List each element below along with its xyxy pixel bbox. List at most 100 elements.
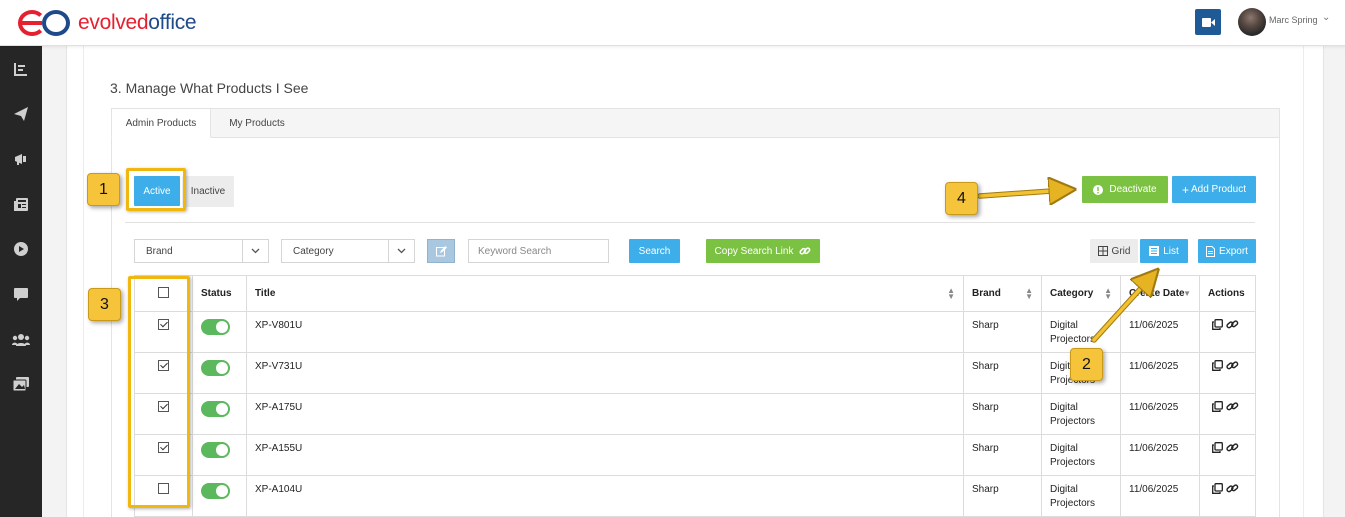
send-icon[interactable]: [0, 99, 42, 129]
brand-select[interactable]: Brand: [134, 239, 269, 263]
copy-icon[interactable]: [1212, 360, 1223, 371]
divider: [125, 222, 1255, 223]
copy-icon[interactable]: [1212, 401, 1223, 412]
date-cell: 11/06/2025: [1120, 434, 1200, 476]
products-table: Status Title ▲ ▼ Brand ▲ ▼ Category ▲ ▼ Create…: [134, 275, 1256, 517]
link-icon[interactable]: [1226, 401, 1239, 412]
info-icon: [1093, 184, 1104, 195]
date-cell: 11/06/2025: [1120, 311, 1200, 353]
title-cell[interactable]: XP-A155U: [246, 434, 964, 476]
title-cell[interactable]: XP-A104U: [246, 475, 964, 517]
status-toggle[interactable]: [201, 319, 230, 335]
list-view-button[interactable]: List: [1140, 239, 1188, 263]
status-toggle[interactable]: [201, 442, 230, 458]
add-product-button[interactable]: + Add Product: [1172, 176, 1256, 203]
status-toggle[interactable]: [201, 483, 230, 499]
list-label: List: [1163, 245, 1179, 257]
tab-my-products[interactable]: My Products: [211, 108, 303, 138]
copy-search-link-button[interactable]: Copy Search Link: [706, 239, 820, 263]
gallery-icon[interactable]: [0, 369, 42, 399]
logo-mark: [18, 8, 72, 38]
tab-admin-products[interactable]: Admin Products: [111, 108, 211, 138]
copy-icon[interactable]: [1212, 483, 1223, 494]
search-button[interactable]: Search: [629, 239, 680, 263]
edit-icon: [435, 245, 447, 256]
add-product-label: Add Product: [1190, 184, 1247, 195]
callout-3: 3: [88, 288, 121, 321]
column-date-label: Create Date: [1129, 288, 1185, 299]
list-icon: [1149, 246, 1160, 256]
actions-cell: [1199, 475, 1256, 517]
title-cell[interactable]: XP-V731U: [246, 352, 964, 394]
chevron-down-icon: [388, 240, 414, 262]
column-header-category[interactable]: Category ▲ ▼: [1041, 275, 1121, 312]
sort-icon[interactable]: ▲ ▼: [1104, 287, 1112, 301]
play-icon[interactable]: [0, 234, 42, 264]
users-icon[interactable]: [0, 324, 42, 354]
table-row: XP-A155U Sharp Digital Projectors 11/06/…: [134, 434, 1256, 476]
grid-view-button[interactable]: Grid: [1090, 239, 1138, 263]
link-icon[interactable]: [1226, 483, 1239, 494]
copy-icon[interactable]: [1212, 319, 1223, 330]
video-call-button[interactable]: [1195, 9, 1221, 35]
chevron-down-icon[interactable]: ⌄: [1322, 12, 1330, 23]
date-cell: 11/06/2025: [1120, 475, 1200, 517]
date-cell: 11/06/2025: [1120, 352, 1200, 394]
status-cell: [192, 352, 247, 394]
sidebar: [0, 46, 42, 517]
actions-cell: [1199, 393, 1256, 435]
brand-select-value: Brand: [146, 245, 173, 257]
sort-desc-icon[interactable]: ▼: [1183, 290, 1191, 298]
column-brand-label: Brand: [972, 288, 1001, 299]
table-row: XP-V801U Sharp Digital Projectors 11/06/…: [134, 311, 1256, 353]
column-category-label: Category: [1050, 288, 1094, 299]
title-cell[interactable]: XP-A175U: [246, 393, 964, 435]
status-cell: [192, 311, 247, 353]
grid-icon: [1097, 246, 1108, 256]
link-icon[interactable]: [1226, 319, 1239, 330]
column-header-title[interactable]: Title ▲ ▼: [246, 275, 964, 312]
deactivate-button[interactable]: Deactivate: [1082, 176, 1168, 203]
section-title: 3. Manage What Products I See: [110, 80, 309, 96]
panel-border-right: [1303, 46, 1304, 517]
avatar[interactable]: [1238, 8, 1266, 36]
user-name[interactable]: Marc Spring: [1269, 15, 1318, 25]
brand-cell: Sharp: [963, 352, 1042, 394]
newspaper-icon[interactable]: [0, 189, 42, 219]
inactive-filter-button[interactable]: Inactive: [182, 176, 234, 207]
chevron-down-icon: [242, 240, 268, 262]
actions-cell: [1199, 434, 1256, 476]
column-header-actions: Actions: [1199, 275, 1256, 312]
copy-search-link-label: Copy Search Link: [714, 245, 794, 257]
logo[interactable]: evolvedoffice: [18, 8, 197, 38]
chat-icon[interactable]: [0, 279, 42, 309]
brand-cell: Sharp: [963, 434, 1042, 476]
deactivate-label: Deactivate: [1109, 184, 1157, 195]
date-cell: 11/06/2025: [1120, 393, 1200, 435]
actions-cell: [1199, 352, 1256, 394]
column-header-brand[interactable]: Brand ▲ ▼: [963, 275, 1042, 312]
brand-cell: Sharp: [963, 311, 1042, 353]
copy-icon[interactable]: [1212, 442, 1223, 453]
callout-2: 2: [1070, 348, 1103, 381]
export-button[interactable]: Export: [1198, 239, 1256, 263]
column-header-create-date[interactable]: Create Date ▼: [1120, 275, 1200, 312]
status-toggle[interactable]: [201, 360, 230, 376]
highlight-active-button: [126, 168, 186, 211]
sort-icon[interactable]: ▲ ▼: [947, 287, 955, 301]
table-row: XP-A175U Sharp Digital Projectors 11/06/…: [134, 393, 1256, 435]
title-cell[interactable]: XP-V801U: [246, 311, 964, 353]
panel-border-left: [83, 46, 84, 517]
dashboard-icon[interactable]: [0, 54, 42, 84]
category-cell: Digital Projectors: [1041, 393, 1121, 435]
category-select[interactable]: Category: [281, 239, 415, 263]
keyword-search-input[interactable]: [468, 239, 609, 263]
status-toggle[interactable]: [201, 401, 230, 417]
edit-filter-button[interactable]: [427, 239, 455, 263]
link-icon[interactable]: [1226, 442, 1239, 453]
sort-icon[interactable]: ▲ ▼: [1025, 287, 1033, 301]
link-icon[interactable]: [1226, 360, 1239, 371]
plus-icon: +: [1181, 182, 1189, 197]
brand-cell: Sharp: [963, 475, 1042, 517]
megaphone-icon[interactable]: [0, 144, 42, 174]
